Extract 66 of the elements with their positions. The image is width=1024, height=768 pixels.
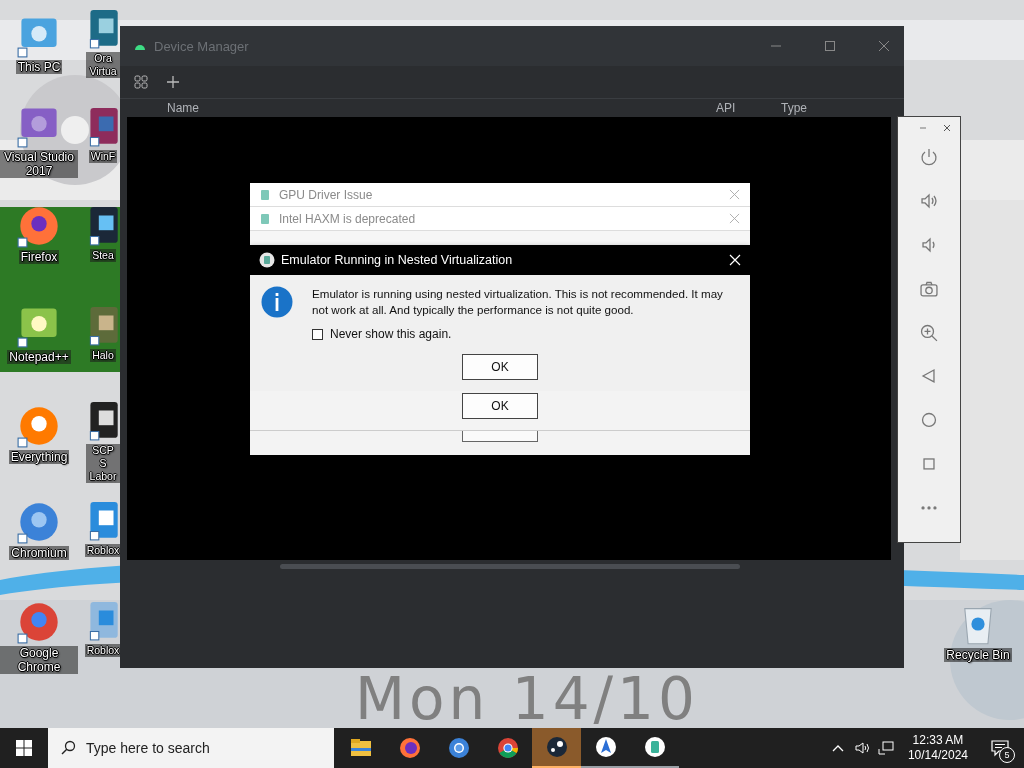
compass-icon: [593, 735, 618, 759]
icon-label: Chromium: [9, 546, 69, 560]
ok-button[interactable]: OK: [462, 393, 538, 419]
scrollbar[interactable]: [280, 564, 740, 569]
window-title: Device Manager: [154, 38, 249, 54]
search-icon: [60, 740, 76, 756]
chromium-icon: [446, 736, 471, 760]
column-header[interactable]: Type: [781, 101, 807, 115]
zoom-in-icon[interactable]: [919, 322, 939, 343]
close-icon[interactable]: [942, 123, 952, 133]
dialog-message: Emulator is running using nested virtualization. This is not recommended. It may not work at all. And typically the performance is not quite good.: [312, 286, 724, 318]
icon-label: SCP S Labor: [86, 444, 120, 483]
speaker-icon[interactable]: [853, 740, 870, 756]
search-field[interactable]: Type here to search: [48, 728, 334, 768]
network-icon[interactable]: [877, 740, 894, 756]
column-header[interactable]: API: [716, 101, 736, 115]
everything-icon[interactable]: [17, 404, 61, 448]
time-text: 12:33 AM: [912, 733, 964, 748]
dialog-title: Intel HAXM is deprecated: [279, 211, 416, 226]
dialog-title: GPU Driver Issue: [279, 187, 373, 202]
add-icon[interactable]: [166, 75, 180, 89]
icon-label: Everything: [8, 450, 70, 464]
icon-label: Halo: [90, 349, 116, 362]
info-icon: [261, 286, 293, 318]
chrome-icon: [495, 736, 520, 760]
firefox-icon[interactable]: [17, 204, 61, 248]
power-icon[interactable]: [919, 147, 939, 167]
maximize-icon[interactable]: [824, 40, 836, 52]
emulator-icon: [260, 188, 270, 201]
chromium-icon[interactable]: [17, 500, 61, 544]
chrome-icon[interactable]: [17, 600, 61, 644]
taskbar-app[interactable]: [532, 728, 581, 768]
icon-label: Stea: [90, 249, 116, 262]
steam-icon[interactable]: [88, 205, 118, 247]
emulator-icon: [260, 212, 270, 225]
ok-button[interactable]: OK: [462, 354, 538, 380]
notification-badge: 5: [999, 747, 1015, 763]
checkbox-label[interactable]: Never show this again.: [330, 327, 452, 341]
icon-label: Ora Virtua: [86, 52, 120, 78]
steam-icon: [544, 735, 569, 759]
start-icon[interactable]: [16, 740, 32, 756]
clock[interactable]: 12:33 AM 10/14/2024: [907, 733, 968, 763]
icon-label: Notepad++: [7, 350, 71, 364]
icon-label: WinF: [88, 150, 118, 163]
roblox-studio-icon[interactable]: [88, 600, 118, 642]
dialog-title: Emulator Running in Nested Virtualization: [281, 253, 513, 267]
virtualbox-icon[interactable]: [88, 8, 118, 50]
checkbox[interactable]: [312, 328, 323, 340]
notification-icon[interactable]: [991, 739, 1009, 757]
icon-label: Google Chrome: [0, 646, 78, 674]
phone-icon: [642, 735, 667, 759]
scp-icon[interactable]: [88, 400, 118, 442]
grid-icon[interactable]: [134, 75, 148, 89]
emulator-icon: [259, 252, 275, 268]
firefox-icon: [397, 736, 422, 760]
column-header[interactable]: Name: [167, 101, 199, 115]
icon-label: Firefox: [18, 250, 60, 264]
icon-label: Recycle Bin: [944, 648, 1012, 662]
clock-widget: Mon 14/10: [355, 668, 699, 730]
icon-label: This PC: [15, 60, 63, 74]
date-text: 10/14/2024: [907, 748, 968, 763]
icon-label: Visual Studio 2017: [0, 150, 78, 178]
roblox-icon[interactable]: [88, 500, 118, 542]
winrar-icon[interactable]: [88, 106, 118, 148]
halo-icon[interactable]: [88, 305, 118, 347]
android-icon: [134, 42, 146, 50]
